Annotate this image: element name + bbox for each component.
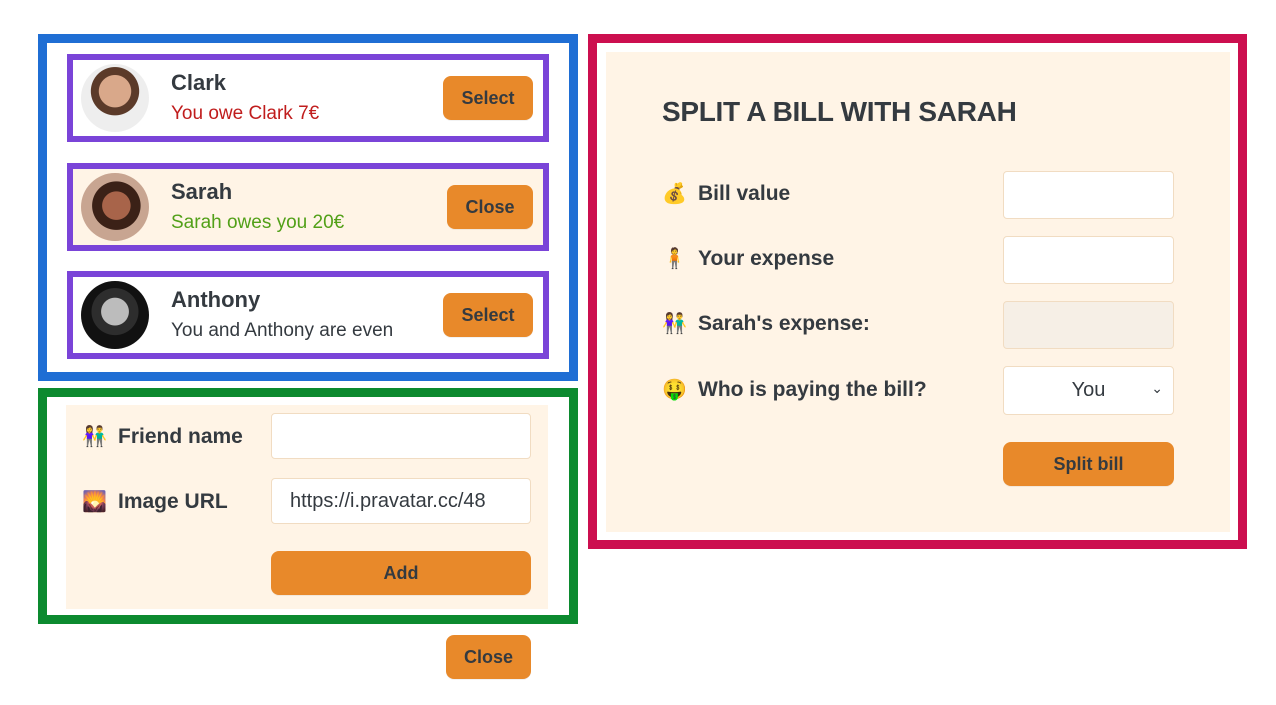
payer-label: Who is paying the bill? [698, 378, 927, 401]
select-friend-button[interactable]: Select [443, 76, 533, 120]
friend-item-clark-frame: Clark You owe Clark 7€ Select [67, 54, 549, 142]
split-bill-form: SPLIT A BILL WITH SARAH 💰 Bill value 🧍 Y… [606, 52, 1230, 532]
friend-name-input[interactable] [271, 413, 531, 459]
friend-item-sarah: Sarah Sarah owes you 20€ Close [73, 169, 543, 245]
bill-value-input[interactable] [1003, 171, 1174, 219]
friend-balance: You and Anthony are even [171, 320, 394, 341]
money-face-icon: 🤑 [662, 379, 687, 401]
friend-expense-label: Sarah's expense: [698, 312, 870, 335]
friend-item-clark: Clark You owe Clark 7€ Select [73, 60, 543, 136]
avatar [81, 173, 149, 241]
add-friend-button[interactable]: Add [271, 551, 531, 595]
your-expense-input[interactable] [1003, 236, 1174, 284]
bill-value-label: Bill value [698, 182, 791, 205]
friend-item-anthony: Anthony You and Anthony are even Select [73, 277, 543, 353]
friend-name: Sarah [171, 179, 233, 204]
friend-item-sarah-frame: Sarah Sarah owes you 20€ Close [67, 163, 549, 251]
close-friend-button[interactable]: Close [447, 185, 533, 229]
friend-expense-input [1003, 301, 1174, 349]
close-add-friend-button[interactable]: Close [446, 635, 531, 679]
couple-icon: 👫 [662, 313, 687, 335]
avatar [81, 64, 149, 132]
friend-item-anthony-frame: Anthony You and Anthony are even Select [67, 271, 549, 359]
payer-select[interactable]: You ⌄ [1003, 366, 1174, 415]
friend-balance: You owe Clark 7€ [171, 103, 320, 124]
image-url-input[interactable] [271, 478, 531, 524]
split-bill-button[interactable]: Split bill [1003, 442, 1174, 486]
friend-name: Clark [171, 70, 227, 95]
your-expense-label: Your expense [698, 247, 835, 270]
add-friend-form: 👫 Friend name 🌄 Image URL Add [66, 405, 548, 609]
money-bag-icon: 💰 [662, 183, 687, 205]
friend-name: Anthony [171, 287, 261, 312]
page-title: SPLIT A BILL WITH SARAH [662, 96, 1017, 127]
avatar [81, 281, 149, 349]
payer-select-value: You [1071, 379, 1106, 401]
select-friend-button[interactable]: Select [443, 293, 533, 337]
couple-icon: 👫 [82, 426, 107, 448]
image-url-label: Image URL [118, 490, 228, 513]
friend-name-label: Friend name [118, 425, 243, 448]
chevron-down-icon: ⌄ [1151, 380, 1163, 396]
friend-balance: Sarah owes you 20€ [171, 212, 345, 233]
sunrise-icon: 🌄 [82, 491, 107, 513]
person-standing-icon: 🧍 [662, 248, 687, 270]
